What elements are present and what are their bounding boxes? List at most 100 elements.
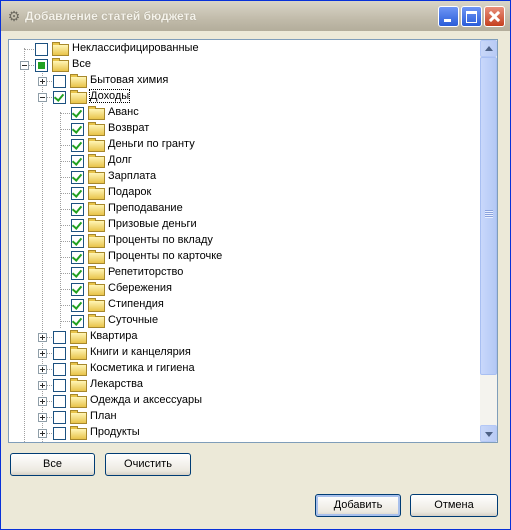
item-checkbox[interactable] <box>71 219 84 232</box>
item-checkbox[interactable] <box>71 203 84 216</box>
item-checkbox[interactable] <box>53 75 66 88</box>
expand-icon[interactable] <box>38 397 47 406</box>
vertical-scrollbar[interactable] <box>480 40 497 442</box>
item-checkbox[interactable] <box>71 315 84 328</box>
scroll-down-button[interactable] <box>480 425 497 442</box>
budget-items-tree[interactable]: Неклассифицированные Все Бытовая химия Дохо… <box>8 39 498 443</box>
tree-item-label: Лекарства <box>90 378 144 390</box>
item-checkbox[interactable] <box>35 59 48 72</box>
item-checkbox[interactable] <box>53 379 66 392</box>
expand-icon[interactable] <box>38 77 47 86</box>
scroll-thumb[interactable] <box>480 57 497 375</box>
item-checkbox[interactable] <box>35 43 48 56</box>
folder-icon <box>88 266 105 280</box>
collapse-icon[interactable] <box>20 61 29 70</box>
item-checkbox[interactable] <box>71 299 84 312</box>
window-title: Добавление статей бюджета <box>25 9 197 23</box>
item-checkbox[interactable] <box>71 139 84 152</box>
tree-item[interactable]: Проценты по вкладу <box>9 233 479 249</box>
tree-item[interactable]: Сбережения <box>9 281 479 297</box>
tree-item[interactable]: Все <box>9 57 479 73</box>
item-checkbox[interactable] <box>71 155 84 168</box>
folder-icon <box>70 378 87 392</box>
item-checkbox[interactable] <box>71 235 84 248</box>
tree-item[interactable]: Аванс <box>9 105 479 121</box>
tree-item-label: Призовые деньги <box>108 218 197 230</box>
collapse-icon[interactable] <box>38 93 47 102</box>
tree-item-label: Квартира <box>90 330 138 342</box>
tree-item[interactable]: Подарок <box>9 185 479 201</box>
tree-item[interactable]: Репетиторство <box>9 265 479 281</box>
item-checkbox[interactable] <box>71 171 84 184</box>
folder-icon <box>88 314 105 328</box>
folder-icon <box>88 234 105 248</box>
item-checkbox[interactable] <box>53 91 66 104</box>
folder-icon <box>88 154 105 168</box>
clear-button[interactable]: Очистить <box>105 453 191 476</box>
tree-item-label: Зарплата <box>108 170 157 182</box>
folder-icon <box>70 346 87 360</box>
folder-icon <box>52 58 69 72</box>
tree-item-label: Деньги по гранту <box>108 138 195 150</box>
item-checkbox[interactable] <box>71 267 84 280</box>
tree-item[interactable]: Книги и канцелярия <box>9 345 479 361</box>
tree-item[interactable]: Доходы <box>9 89 479 105</box>
expand-icon[interactable] <box>38 429 47 438</box>
close-button[interactable] <box>484 6 505 27</box>
item-checkbox[interactable] <box>53 347 66 360</box>
tree-item[interactable]: Стипендия <box>9 297 479 313</box>
add-button[interactable]: Добавить <box>315 494 401 517</box>
select-all-button[interactable]: Все <box>10 453 95 476</box>
tree-item[interactable]: Долг <box>9 153 479 169</box>
tree-item-label: Доходы <box>88 89 131 103</box>
tree-item-label: Неклассифицированные <box>72 42 199 54</box>
folder-icon <box>70 90 87 104</box>
item-checkbox[interactable] <box>71 251 84 264</box>
tree-item[interactable]: Неклассифицированные <box>9 41 479 57</box>
tree-item[interactable]: План <box>9 409 479 425</box>
tree-item[interactable]: Возврат <box>9 121 479 137</box>
item-checkbox[interactable] <box>53 395 66 408</box>
tree-item[interactable]: Деньги по гранту <box>9 137 479 153</box>
tree-item-label: Репетиторство <box>108 266 184 278</box>
maximize-button[interactable] <box>461 6 482 27</box>
item-checkbox[interactable] <box>53 411 66 424</box>
tree-item[interactable]: Лекарства <box>9 377 479 393</box>
tree-item-label: Возврат <box>108 122 150 134</box>
item-checkbox[interactable] <box>71 107 84 120</box>
scroll-up-button[interactable] <box>480 40 497 57</box>
item-checkbox[interactable] <box>71 283 84 296</box>
expand-icon[interactable] <box>38 349 47 358</box>
item-checkbox[interactable] <box>71 187 84 200</box>
cancel-button[interactable]: Отмена <box>410 494 498 517</box>
folder-icon <box>70 426 87 440</box>
tree-item[interactable]: Одежда и аксессуары <box>9 393 479 409</box>
folder-icon <box>88 170 105 184</box>
expand-icon[interactable] <box>38 381 47 390</box>
tree-item[interactable]: Зарплата <box>9 169 479 185</box>
tree-item[interactable]: Бытовая химия <box>9 73 479 89</box>
expand-icon[interactable] <box>38 365 47 374</box>
tree-item[interactable]: Преподавание <box>9 201 479 217</box>
dialog-window: ⚙ Добавление статей бюджета Неклассифици… <box>0 0 511 530</box>
minimize-button[interactable] <box>438 6 459 27</box>
expand-icon[interactable] <box>38 333 47 342</box>
folder-icon <box>70 410 87 424</box>
item-checkbox[interactable] <box>53 427 66 440</box>
item-checkbox[interactable] <box>53 363 66 376</box>
tree-item[interactable]: Квартира <box>9 329 479 345</box>
tree-item[interactable]: Продукты <box>9 425 479 441</box>
folder-icon <box>70 362 87 376</box>
expand-icon[interactable] <box>38 413 47 422</box>
tree-item-label: Косметика и гигиена <box>90 362 195 374</box>
item-checkbox[interactable] <box>71 123 84 136</box>
tree-item-label: Долг <box>108 154 132 166</box>
title-bar[interactable]: ⚙ Добавление статей бюджета <box>1 1 510 31</box>
tree-item-label: Проценты по вкладу <box>108 234 213 246</box>
tree-item[interactable]: Суточные <box>9 313 479 329</box>
tree-item[interactable]: Призовые деньги <box>9 217 479 233</box>
tree-item[interactable]: Проценты по карточке <box>9 249 479 265</box>
tree-item-label: Книги и канцелярия <box>90 346 191 358</box>
item-checkbox[interactable] <box>53 331 66 344</box>
tree-item[interactable]: Косметика и гигиена <box>9 361 479 377</box>
